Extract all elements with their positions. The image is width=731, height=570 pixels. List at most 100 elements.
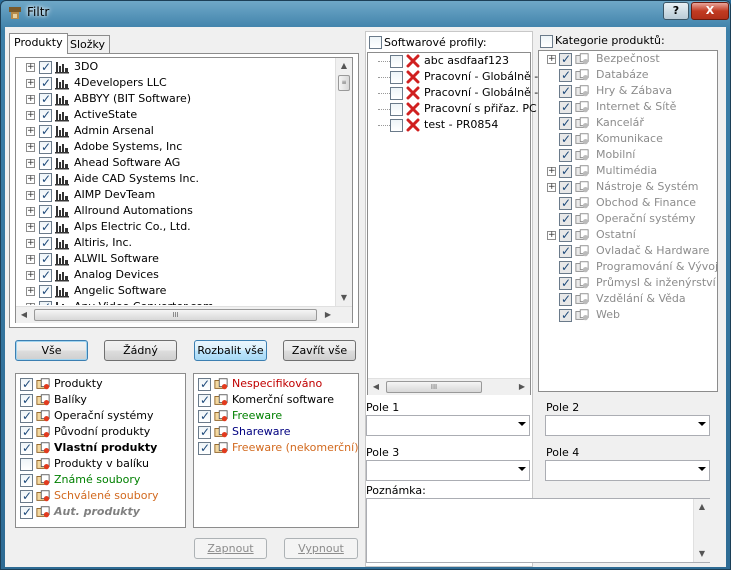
enable-button[interactable]: Zapnout (194, 538, 267, 559)
vendor-checkbox[interactable] (39, 283, 52, 299)
expand-icon[interactable]: + (26, 191, 35, 200)
category-checkbox[interactable] (559, 227, 572, 243)
product-type-row[interactable]: Aut. produkty (20, 504, 182, 520)
categories-master-checkbox[interactable] (540, 35, 553, 48)
category-row[interactable]: Programování & Vývoj (539, 259, 718, 275)
category-checkbox[interactable] (559, 275, 572, 291)
vendor-row[interactable]: + ABBYY (BIT Software) (16, 91, 334, 107)
tab-slozky[interactable]: Složky (65, 35, 111, 54)
title-bar[interactable]: Filtr ? X (1, 1, 730, 25)
expand-icon[interactable]: + (26, 271, 35, 280)
vendor-checkbox[interactable] (39, 299, 52, 305)
scroll-up-icon[interactable]: ▲ (694, 499, 710, 515)
product-type-row[interactable]: Balíky (20, 392, 182, 408)
license-row[interactable]: Freeware (198, 408, 356, 424)
expand-icon[interactable]: + (547, 167, 556, 176)
vendor-checkbox[interactable] (39, 267, 52, 283)
expand-icon[interactable]: + (26, 143, 35, 152)
category-checkbox[interactable] (559, 83, 572, 99)
vendor-checkbox[interactable] (39, 219, 52, 235)
product-type-row[interactable]: Vlastní produkty (20, 440, 182, 456)
product-type-row[interactable]: Známé soubory (20, 472, 182, 488)
vendor-row[interactable]: + Altiris, Inc. (16, 235, 334, 251)
vendor-row[interactable]: +3DO (16, 59, 334, 75)
tab-produkty[interactable]: Produkty (9, 33, 68, 54)
license-row[interactable]: Shareware (198, 424, 356, 440)
pole3-select[interactable] (366, 460, 530, 481)
category-row[interactable]: Operační systémy (539, 211, 717, 227)
expand-icon[interactable]: + (26, 79, 35, 88)
license-checkbox[interactable] (198, 424, 211, 440)
profile-row[interactable]: abc asdfaaf123 (368, 53, 532, 69)
category-row[interactable]: Komunikace (539, 131, 717, 147)
profile-checkbox[interactable] (390, 103, 403, 116)
scroll-thumb[interactable]: ≡ (338, 75, 350, 91)
vendor-row[interactable]: + Adobe Systems, Inc (16, 139, 334, 155)
profile-row[interactable]: Pracovní - Globálně - (368, 69, 538, 85)
vendor-row[interactable]: + Ahead Software AG (16, 155, 334, 171)
category-checkbox[interactable] (559, 211, 572, 227)
note-textarea[interactable]: ▲ ▼ (366, 498, 710, 563)
scroll-left-icon[interactable]: ◀ (368, 379, 384, 395)
vendor-vscroll[interactable]: ▲ ≡ ▼ (335, 58, 352, 306)
vendor-hscroll[interactable]: ◀ III ▶ (16, 306, 352, 323)
license-checkbox[interactable] (198, 408, 211, 424)
profile-checkbox[interactable] (390, 119, 403, 132)
product-type-checkbox[interactable] (20, 440, 33, 456)
expand-icon[interactable]: + (26, 175, 35, 184)
category-checkbox[interactable] (559, 179, 572, 195)
scroll-up-icon[interactable]: ▲ (336, 58, 352, 74)
expand-icon[interactable]: + (26, 303, 35, 305)
vendor-row[interactable]: + AIMP DevTeam (16, 187, 334, 203)
category-checkbox[interactable] (559, 195, 572, 211)
vendor-checkbox[interactable] (39, 59, 52, 75)
vendor-row[interactable]: +4Developers LLC (16, 75, 334, 91)
vendor-checkbox[interactable] (39, 107, 52, 123)
product-type-row[interactable]: Produkty (20, 376, 182, 392)
expand-icon[interactable]: + (26, 223, 35, 232)
license-checkbox[interactable] (198, 392, 211, 408)
disable-button[interactable]: Vypnout (284, 538, 358, 559)
category-checkbox[interactable] (559, 99, 572, 115)
vendor-row[interactable]: + ALWIL Software (16, 251, 334, 267)
vendor-row[interactable]: + Allround Automations (16, 203, 334, 219)
vendor-checkbox[interactable] (39, 171, 52, 187)
category-checkbox[interactable] (559, 51, 572, 67)
category-row[interactable]: Průmysl & inženýrství (539, 275, 717, 291)
category-row[interactable]: Databáze (539, 67, 717, 83)
category-row[interactable]: Ovladač & Hardware (539, 243, 717, 259)
vendor-checkbox[interactable] (39, 139, 52, 155)
hscroll-thumb[interactable]: III (34, 309, 317, 321)
product-type-checkbox[interactable] (20, 392, 33, 408)
profile-row[interactable]: Pracovní - Globálně - (368, 85, 538, 101)
category-row[interactable]: Mobilní (539, 147, 717, 163)
vendor-checkbox[interactable] (39, 251, 52, 267)
product-type-checkbox[interactable] (20, 458, 33, 471)
category-checkbox[interactable] (559, 115, 572, 131)
pole1-select[interactable] (366, 415, 530, 436)
license-checkbox[interactable] (198, 376, 211, 392)
hscroll-thumb[interactable]: III (386, 381, 482, 393)
vendor-row[interactable]: + Analog Devices (16, 267, 334, 283)
category-checkbox[interactable] (559, 307, 572, 323)
product-type-checkbox[interactable] (20, 408, 33, 424)
category-checkbox[interactable] (559, 291, 572, 307)
vendor-checkbox[interactable] (39, 203, 52, 219)
product-type-checkbox[interactable] (20, 488, 33, 504)
category-row[interactable]: + Multimédia (539, 163, 717, 179)
expand-all-button[interactable]: Rozbalit vše (194, 340, 267, 361)
pole2-select[interactable] (545, 415, 710, 436)
category-row[interactable]: + Ostatní (539, 227, 717, 243)
profile-checkbox[interactable] (390, 87, 403, 100)
product-type-row[interactable]: Schválené soubory (20, 488, 182, 504)
category-row[interactable]: + Nástroje & Systém (539, 179, 717, 195)
product-type-checkbox[interactable] (20, 504, 33, 520)
expand-icon[interactable]: + (26, 95, 35, 104)
profile-checkbox[interactable] (390, 71, 403, 84)
expand-icon[interactable]: + (26, 159, 35, 168)
license-row[interactable]: Komerční software (198, 392, 356, 408)
select-none-button[interactable]: Žádný (104, 340, 177, 361)
vendor-row[interactable]: + Angelic Software (16, 283, 334, 299)
note-vscroll[interactable]: ▲ ▼ (693, 499, 710, 562)
expand-icon[interactable]: + (26, 207, 35, 216)
